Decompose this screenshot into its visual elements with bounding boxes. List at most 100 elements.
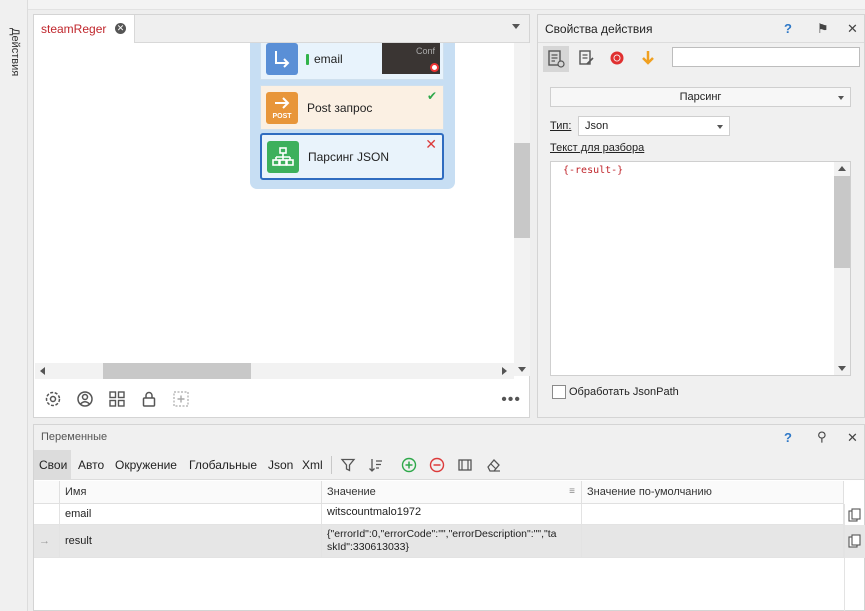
text-to-parse-label: Текст для разбора: [550, 142, 645, 154]
column-header-label: Значение: [327, 486, 376, 498]
help-icon[interactable]: ?: [784, 21, 792, 36]
text-to-parse-textarea[interactable]: {-result-}: [550, 161, 851, 376]
scroll-right-icon[interactable]: [502, 367, 507, 375]
project-designer-panel: steamReger ✕ email Conf POST Post запрос…: [33, 14, 530, 418]
arrow-down-icon[interactable]: [639, 49, 657, 67]
tab-label: steamReger: [41, 22, 107, 36]
current-row-arrow-icon: →: [34, 525, 60, 558]
more-options-icon[interactable]: •••: [501, 391, 521, 409]
tab-xml[interactable]: Xml: [302, 458, 323, 472]
grid-view-icon[interactable]: [108, 390, 126, 408]
pin-icon[interactable]: ⚑: [817, 21, 829, 37]
properties-search-input[interactable]: [672, 47, 860, 67]
table-row[interactable]: → result {"errorId":0,"errorCode":"","er…: [34, 525, 865, 558]
record-icon[interactable]: [608, 49, 626, 67]
screenshot-thumbnail: Conf: [382, 43, 440, 74]
lock-icon[interactable]: [140, 390, 158, 408]
tab-environment[interactable]: Окружение: [115, 458, 177, 472]
json-parse-icon: [267, 141, 299, 173]
scroll-up-icon[interactable]: [838, 166, 846, 171]
tab-global[interactable]: Глобальные: [189, 458, 257, 472]
scroll-down-icon[interactable]: [838, 366, 846, 371]
clear-eraser-icon[interactable]: [485, 457, 501, 473]
action-block-label: Post запрос: [307, 101, 373, 115]
value-line: {"errorId":0,"errorCode":"","errorDescri…: [327, 528, 557, 540]
value-line: skId":330613033}: [327, 541, 409, 553]
action-block-post-request[interactable]: POST Post запрос ✔: [260, 85, 444, 130]
variables-table: Имя Значение ≡ Значение по-умолчанию ema…: [34, 481, 865, 611]
profile-icon[interactable]: [76, 390, 94, 408]
success-check-icon: ✔: [426, 89, 437, 103]
action-block-label: email: [314, 52, 343, 66]
jsonpath-label: Обработать JsonPath: [569, 386, 679, 398]
table-row[interactable]: email witscountmalo1972: [34, 504, 865, 525]
text-to-parse-value: {-result-}: [563, 165, 624, 176]
add-frame-icon[interactable]: [172, 390, 190, 408]
variable-name-cell[interactable]: email: [60, 504, 322, 525]
columns-icon[interactable]: [457, 457, 473, 473]
column-header-name[interactable]: Имя: [60, 481, 322, 504]
action-block-label: Парсинг JSON: [308, 150, 390, 164]
error-cross-icon: ✕: [425, 136, 437, 152]
pin-icon[interactable]: ⚲: [817, 429, 827, 445]
filter-icon[interactable]: [340, 457, 356, 473]
variable-default-cell[interactable]: [582, 504, 844, 525]
close-icon[interactable]: ✕: [847, 430, 858, 446]
panel-title: Свойства действия: [545, 22, 653, 36]
tab-list-dropdown-icon[interactable]: [512, 24, 520, 29]
action-properties-panel: Свойства действия ? ⚑ ✕ Парсинг Тип: Jso…: [537, 14, 865, 418]
post-icon-text: POST: [272, 113, 292, 120]
copy-icon[interactable]: [848, 508, 862, 522]
remove-variable-icon[interactable]: [429, 457, 445, 473]
canvas-vertical-scrollbar[interactable]: [514, 43, 530, 376]
settings-gear-icon[interactable]: [44, 390, 62, 408]
record-indicator-icon: [430, 63, 439, 72]
sort-icon[interactable]: [368, 457, 384, 473]
top-strip: [28, 0, 865, 10]
tab-auto[interactable]: Авто: [78, 458, 104, 472]
help-icon[interactable]: ?: [784, 430, 792, 445]
scroll-thumb[interactable]: [834, 176, 850, 268]
action-type-value: Парсинг: [679, 91, 722, 103]
thumbnail-text: Conf: [416, 46, 436, 56]
scroll-thumb[interactable]: [514, 143, 530, 238]
copy-icon[interactable]: [848, 534, 862, 548]
variable-value-cell[interactable]: witscountmalo1972: [322, 504, 582, 525]
scroll-left-icon[interactable]: [40, 367, 45, 375]
edit-document-icon[interactable]: [577, 49, 595, 67]
chevron-down-icon: [838, 96, 844, 100]
toolbar-divider: [331, 456, 332, 474]
actions-sidebar-tab[interactable]: Действия: [9, 28, 21, 76]
tab-json[interactable]: Json: [268, 458, 293, 472]
variable-value-cell[interactable]: {"errorId":0,"errorCode":"","errorDescri…: [322, 525, 582, 558]
tab-own-variables[interactable]: Свои: [34, 450, 71, 480]
canvas-horizontal-scrollbar[interactable]: [35, 363, 514, 379]
column-header-value[interactable]: Значение ≡: [322, 481, 582, 504]
chevron-down-icon: [717, 125, 723, 129]
action-type-select[interactable]: Парсинг: [550, 87, 851, 107]
variable-default-cell[interactable]: [582, 525, 844, 558]
action-block-json-parse[interactable]: Парсинг JSON ✕: [260, 133, 444, 180]
close-tab-icon[interactable]: ✕: [115, 23, 126, 34]
column-filter-icon[interactable]: ≡: [569, 481, 575, 503]
type-label: Тип:: [550, 120, 572, 132]
column-header-default[interactable]: Значение по-умолчанию: [582, 481, 844, 504]
close-icon[interactable]: ✕: [847, 21, 858, 37]
properties-view-button[interactable]: [543, 46, 569, 72]
textarea-scrollbar[interactable]: [834, 162, 850, 375]
scroll-down-icon[interactable]: [518, 367, 526, 372]
properties-header: Свойства действия ? ⚑ ✕: [538, 15, 864, 43]
action-block-email[interactable]: email Conf: [260, 43, 444, 80]
post-request-icon: POST: [266, 92, 298, 124]
tab-steamreger[interactable]: steamReger ✕: [34, 15, 135, 43]
scroll-thumb[interactable]: [103, 363, 251, 379]
designer-canvas[interactable]: email Conf POST Post запрос ✔ Парсинг JS…: [35, 43, 514, 376]
column-divider: [844, 504, 845, 611]
variables-header: Переменные ? ⚲ ✕: [34, 425, 864, 450]
parse-type-select[interactable]: Json: [578, 116, 730, 136]
jsonpath-checkbox[interactable]: [552, 385, 566, 399]
row-marker: [34, 504, 60, 525]
add-variable-icon[interactable]: [401, 457, 417, 473]
variable-name-cell[interactable]: result: [60, 525, 322, 558]
status-indicator: [306, 54, 309, 65]
